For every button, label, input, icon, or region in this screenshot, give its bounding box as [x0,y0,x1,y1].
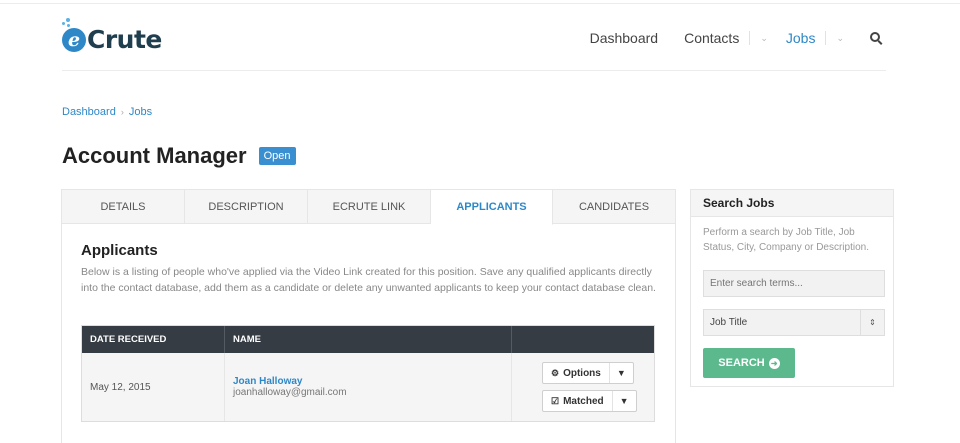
job-tabs-panel: DETAILS DESCRIPTION ECRUTE LINK APPLICAN… [61,189,676,443]
search-button-label: SEARCH [718,357,765,369]
logo-dots [62,18,76,28]
search-input[interactable] [703,270,885,297]
nav-dashboard[interactable]: Dashboard [590,30,659,46]
tab-ecrute-link[interactable]: ECRUTE LINK [308,190,431,224]
header-divider [62,70,886,71]
select-arrows-icon: ⇕ [860,310,884,335]
options-split-button: ⚙ Options ▼ [542,362,634,384]
matched-split-button: ☑ Matched ▼ [542,390,637,412]
logo-text: Crute [87,25,162,54]
tab-applicants[interactable]: APPLICANTS [431,190,553,225]
cell-actions: ⚙ Options ▼ ☑ Matched ▼ [512,353,654,421]
tab-candidates[interactable]: CANDIDATES [553,190,675,224]
applicant-name-link[interactable]: Joan Halloway [233,376,511,387]
status-badge: Open [258,147,296,165]
table-header: DATE RECEIVED NAME [82,326,654,353]
matched-label: Matched [563,395,604,407]
applicants-table: DATE RECEIVED NAME May 12, 2015 Joan Hal… [81,325,655,422]
column-header-actions [512,326,654,353]
column-header-name: NAME [225,326,512,353]
search-filter-value: Job Title [710,317,748,328]
breadcrumb-jobs[interactable]: Jobs [129,106,152,118]
options-dropdown-chevron-icon[interactable]: ▼ [608,363,633,383]
applicants-description: Below is a listing of people who've appl… [81,266,656,294]
search-icon[interactable] [870,32,880,42]
nav-contacts[interactable]: Contacts [684,30,739,46]
cell-date: May 12, 2015 [82,353,225,421]
cell-name: Joan Halloway joanhalloway@gmail.com [225,353,512,421]
column-header-date: DATE RECEIVED [82,326,225,353]
ecrute-logo[interactable]: e Crute [62,18,162,54]
applicants-heading: Applicants [81,242,158,259]
search-jobs-description: Perform a search by Job Title, Job Statu… [703,227,869,253]
matched-dropdown-chevron-icon[interactable]: ▼ [611,391,636,411]
options-button[interactable]: ⚙ Options [543,363,609,383]
nav-divider [825,31,827,45]
breadcrumb: Dashboard › Jobs [62,106,152,118]
tab-bar: DETAILS DESCRIPTION ECRUTE LINK APPLICAN… [62,190,675,225]
chevron-down-icon[interactable]: ⌄ [760,33,768,44]
title-row: Account Manager Open [62,143,296,169]
search-button[interactable]: SEARCH ➜ [703,348,795,378]
date-received: May 12, 2015 [90,381,151,393]
breadcrumb-separator-icon: › [120,107,124,117]
applicant-email: joanhalloway@gmail.com [233,387,347,398]
top-border [0,0,960,4]
main-nav: Dashboard Contacts ⌄ Jobs ⌄ [590,28,880,48]
breadcrumb-dashboard[interactable]: Dashboard [62,106,116,118]
tab-details[interactable]: DETAILS [62,190,185,224]
arrow-circle-right-icon: ➜ [768,357,780,369]
matched-button[interactable]: ☑ Matched [543,391,612,411]
gear-icon: ⚙ [551,367,560,378]
page-title: Account Manager [62,143,247,168]
checkbox-icon: ☑ [551,395,560,406]
nav-jobs[interactable]: Jobs [786,30,816,46]
chevron-down-icon[interactable]: ⌄ [836,33,844,44]
search-jobs-panel: Search Jobs Perform a search by Job Titl… [690,189,894,387]
nav-divider [749,31,751,45]
search-jobs-title: Search Jobs [691,190,893,217]
tab-description[interactable]: DESCRIPTION [185,190,308,224]
search-filter-select[interactable]: Job Title ⇕ [703,309,885,336]
options-label: Options [563,367,601,379]
table-row: May 12, 2015 Joan Halloway joanhalloway@… [82,353,654,421]
logo-e-mark: e [62,28,86,52]
